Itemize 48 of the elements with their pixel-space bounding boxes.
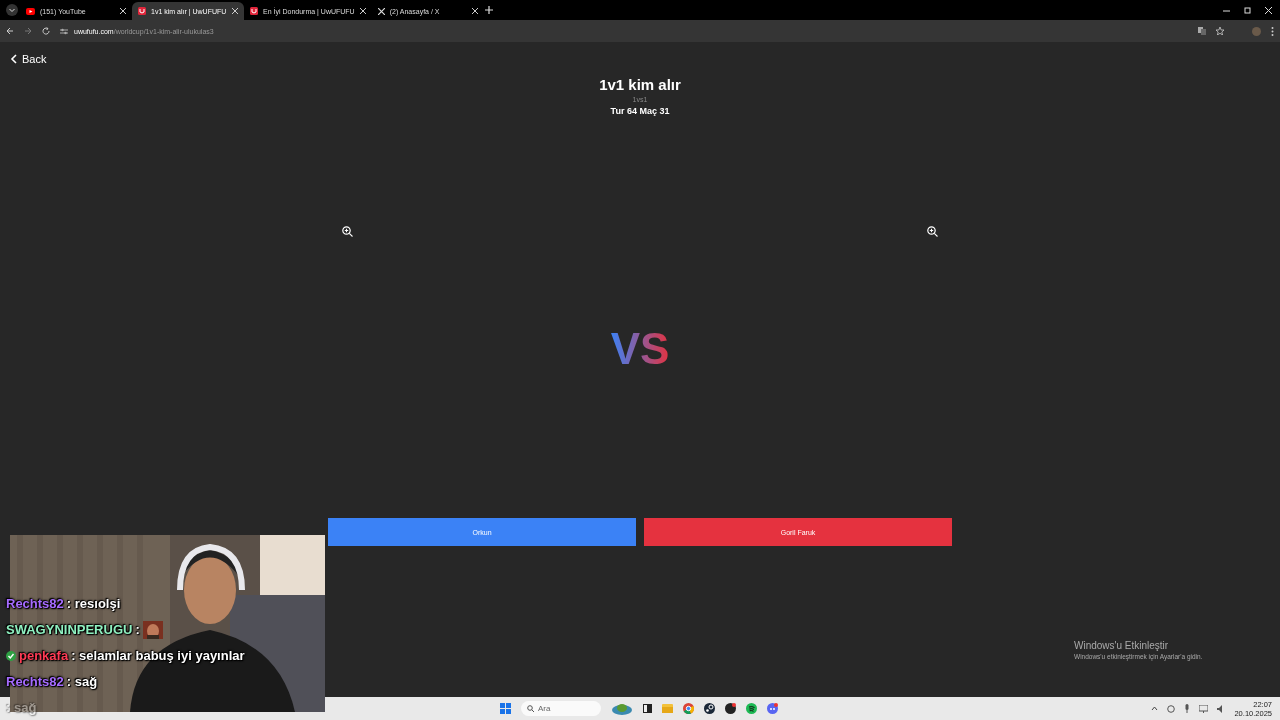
logo-icon xyxy=(138,7,146,15)
chat-message: : sağ xyxy=(66,674,98,689)
bookmark-star-icon[interactable] xyxy=(1216,27,1224,35)
close-icon[interactable] xyxy=(471,8,478,14)
close-icon[interactable] xyxy=(1265,6,1272,14)
back-link[interactable]: Back xyxy=(10,53,47,65)
chat-message: : xyxy=(135,622,140,637)
logo-icon xyxy=(250,7,258,15)
network-icon[interactable] xyxy=(1167,704,1176,713)
play-icon xyxy=(26,7,35,15)
task-view-icon[interactable] xyxy=(643,704,652,713)
menu-icon[interactable] xyxy=(1271,26,1274,36)
game-icon[interactable] xyxy=(725,703,736,714)
spotify-icon[interactable] xyxy=(746,703,757,714)
close-icon[interactable] xyxy=(120,8,126,14)
chat-message: : sağ xyxy=(6,700,37,715)
new-tab-icon[interactable] xyxy=(483,5,494,15)
monitor-icon[interactable] xyxy=(1199,704,1209,713)
chrome-icon[interactable] xyxy=(683,703,694,714)
reload-icon[interactable] xyxy=(42,27,50,35)
forward-arrow-icon[interactable] xyxy=(24,27,32,35)
page-title: 1v1 kim alır xyxy=(599,76,681,93)
chat-message: : resıolşi xyxy=(66,596,121,611)
tab-list-icon[interactable] xyxy=(4,3,20,17)
taskbar-search-field[interactable]: Ara xyxy=(521,701,601,716)
chat-message: : selamlar babuş iyi yayınlar xyxy=(71,648,245,663)
zoom-in-icon[interactable] xyxy=(342,226,353,237)
zoom-in-icon[interactable] xyxy=(927,226,938,237)
steam-icon[interactable] xyxy=(704,703,715,714)
site-settings-icon[interactable] xyxy=(60,27,68,35)
x-logo-icon xyxy=(377,7,385,15)
chat-username: SWAGYNINPERUGU xyxy=(6,622,133,637)
restore-icon[interactable] xyxy=(1244,6,1251,14)
close-icon[interactable] xyxy=(359,8,366,14)
windows-start-icon[interactable] xyxy=(500,703,511,714)
chevron-left-icon xyxy=(10,54,17,64)
microphone-icon[interactable] xyxy=(1184,704,1191,713)
close-icon[interactable] xyxy=(232,8,238,14)
chat-username: penkafa xyxy=(19,648,69,663)
chat-username: Rechts82 xyxy=(6,674,64,689)
chat-username: Rechts82 xyxy=(6,596,64,611)
back-arrow-icon[interactable] xyxy=(6,27,14,35)
discord-icon[interactable] xyxy=(767,703,778,714)
translate-icon[interactable] xyxy=(1198,27,1206,35)
round-label: Tur 64 Maç 31 xyxy=(610,105,670,117)
chevron-up-icon[interactable] xyxy=(1151,706,1159,711)
search-icon xyxy=(527,705,534,712)
activation-title: Windows'u Etkinleştir xyxy=(1074,640,1170,652)
